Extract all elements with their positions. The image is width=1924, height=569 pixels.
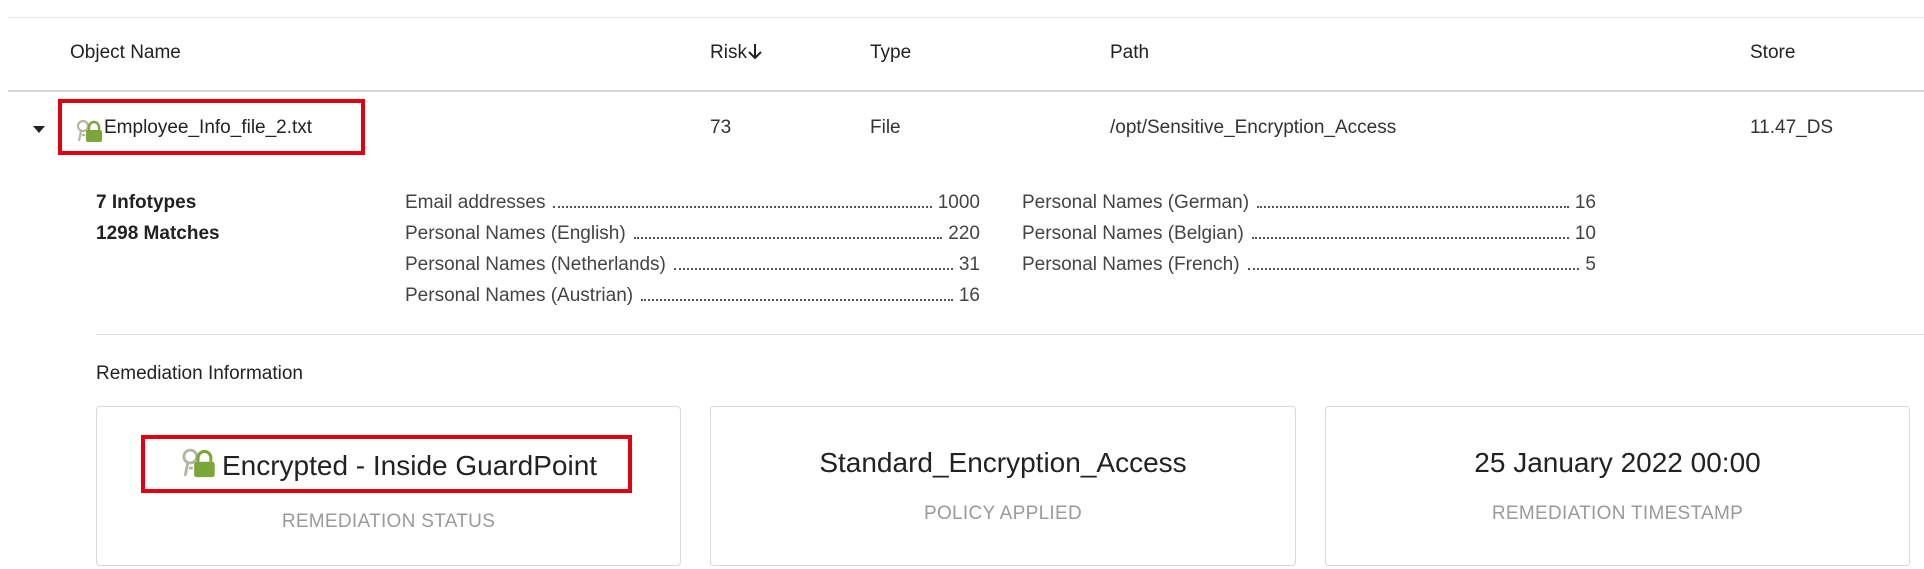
object-name-link[interactable]: Employee_Info_file_2.txt: [104, 117, 312, 139]
matches-count: 1298 Matches: [96, 223, 220, 244]
dotted-leader: [673, 268, 953, 270]
column-header-risk-label: Risk: [710, 42, 747, 63]
path-value: /opt/Sensitive_Encryption_Access: [1110, 117, 1397, 138]
column-header-store[interactable]: Store: [1750, 42, 1795, 64]
infotype-item: Personal Names (Netherlands) 31: [405, 252, 980, 276]
top-divider: [8, 17, 1924, 18]
infotype-count: 1000: [937, 192, 980, 213]
collapse-caret-icon[interactable]: [33, 126, 45, 133]
details-divider: [96, 334, 1924, 335]
policy-applied-label: POLICY APPLIED: [923, 503, 1083, 524]
infotype-item: Email addresses 1000: [405, 190, 980, 214]
infotype-count: 220: [948, 223, 980, 244]
column-header-object-name[interactable]: Object Name: [70, 42, 181, 64]
infotype-item: Personal Names (Belgian) 10: [1022, 221, 1596, 245]
infotype-count: 10: [1574, 223, 1596, 244]
type-value: File: [870, 117, 901, 138]
arrow-down-icon: [748, 44, 762, 60]
encrypted-lock-icon: [76, 119, 102, 142]
remediation-timestamp-label: REMEDIATION TIMESTAMP: [1491, 503, 1744, 524]
infotypes-count: 7 Infotypes: [96, 192, 197, 213]
infotype-label: Email addresses: [405, 192, 546, 213]
infotype-item: Personal Names (French) 5: [1022, 252, 1596, 276]
policy-applied-value: Standard_Encryption_Access: [819, 447, 1187, 478]
highlight-box-remediation-status: [141, 435, 632, 493]
dotted-leader: [1257, 206, 1569, 208]
store-value: 11.47_DS: [1750, 117, 1834, 138]
dotted-leader: [633, 237, 943, 239]
risk-value: 73: [710, 117, 732, 138]
infotype-count: 16: [958, 285, 980, 306]
infotype-label: Personal Names (Austrian): [405, 285, 634, 306]
remediation-timestamp-value: 25 January 2022 00:00: [1474, 447, 1761, 478]
dotted-leader: [1251, 237, 1569, 239]
column-header-risk[interactable]: Risk: [710, 42, 762, 64]
dotted-leader: [553, 206, 932, 208]
policy-applied-card: Standard_Encryption_Access POLICY APPLIE…: [710, 406, 1296, 566]
remediation-timestamp-card: 25 January 2022 00:00 REMEDIATION TIMEST…: [1325, 406, 1910, 566]
infotype-item: Personal Names (Austrian) 16: [405, 283, 980, 307]
infotype-count: 31: [958, 254, 980, 275]
infotype-count: 16: [1574, 192, 1596, 213]
dotted-leader: [1247, 268, 1580, 270]
column-header-type[interactable]: Type: [870, 42, 911, 64]
infotype-item: Personal Names (English) 220: [405, 221, 980, 245]
column-header-path[interactable]: Path: [1110, 42, 1149, 64]
infotype-item: Personal Names (German) 16: [1022, 190, 1596, 214]
remediation-title: Remediation Information: [96, 363, 303, 384]
remediation-status-label: REMEDIATION STATUS: [281, 511, 496, 532]
infotype-label: Personal Names (English): [405, 223, 626, 244]
dotted-leader: [641, 299, 953, 301]
infotype-count: 5: [1585, 254, 1596, 275]
infotype-label: Personal Names (German): [1022, 192, 1250, 213]
infotype-label: Personal Names (French): [1022, 254, 1240, 275]
header-divider: [8, 90, 1924, 92]
infotype-label: Personal Names (Netherlands): [405, 254, 666, 275]
infotype-label: Personal Names (Belgian): [1022, 223, 1244, 244]
